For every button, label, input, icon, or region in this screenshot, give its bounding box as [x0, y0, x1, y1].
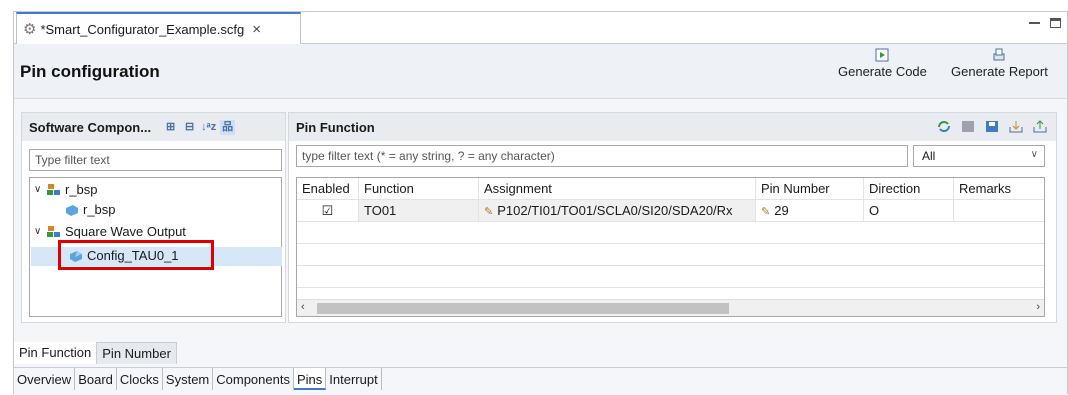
enabled-checkbox[interactable]: ☑ — [297, 200, 359, 221]
generate-report-icon — [993, 48, 1005, 61]
filter-mode-select[interactable]: All ∨ — [913, 145, 1045, 167]
generate-code-label: Generate Code — [838, 64, 927, 79]
software-components-title: Software Compon... — [29, 119, 152, 135]
save-icon[interactable] — [984, 119, 1000, 134]
pin-table-icon[interactable] — [960, 119, 976, 134]
tab-system[interactable]: System — [163, 368, 214, 390]
scroll-left-icon[interactable]: ‹ — [301, 301, 305, 313]
component-folder-icon — [47, 225, 60, 237]
column-header-direction[interactable]: Direction — [864, 178, 954, 199]
chevron-down-icon: ∨ — [1030, 149, 1038, 160]
tab-components[interactable]: Components — [213, 368, 294, 390]
assignment-value: P102/TI01/TO01/SCLA0/SI20/SDA20/Rx — [497, 203, 733, 218]
sort-az-icon[interactable]: ↓ᵃz — [201, 120, 216, 135]
pin-function-title: Pin Function — [296, 119, 375, 135]
column-header-enabled[interactable]: Enabled — [297, 178, 359, 199]
collapse-all-icon[interactable]: ⊟ — [182, 120, 197, 135]
tab-pin-function[interactable]: Pin Function — [14, 342, 97, 364]
table-row — [297, 266, 1044, 288]
table-row — [297, 244, 1044, 266]
assignment-cell[interactable]: ✎ P102/TI01/TO01/SCLA0/SI20/SDA20/Rx — [479, 200, 756, 221]
tree-item-label: r_bsp — [65, 182, 98, 197]
refresh-icon[interactable] — [936, 119, 952, 134]
export-icon[interactable] — [1032, 119, 1048, 134]
close-icon[interactable]: × — [252, 21, 261, 38]
scroll-right-icon[interactable]: › — [1036, 301, 1040, 313]
editor-frame: ⚙ *Smart_Configurator_Example.scfg × Pin… — [13, 11, 1068, 395]
column-header-assignment[interactable]: Assignment — [479, 178, 756, 199]
edit-pencil-icon: ✎ — [484, 206, 494, 218]
generate-code-button[interactable]: Generate Code — [838, 48, 927, 79]
edit-pencil-icon: ✎ — [761, 206, 771, 218]
table-header-row: Enabled Function Assignment Pin Number D… — [297, 178, 1044, 200]
pin-filter-input[interactable]: type filter text (* = any string, ? = an… — [296, 145, 908, 167]
chevron-down-icon[interactable]: ∨ — [34, 226, 46, 237]
import-icon[interactable] — [1008, 119, 1024, 134]
editor-tab-bar: ⚙ *Smart_Configurator_Example.scfg × — [14, 12, 1067, 44]
filter-mode-value: All — [922, 149, 936, 163]
highlight-annotation-box — [58, 240, 214, 270]
pin-view-tabs: Pin Function Pin Number — [14, 342, 177, 364]
tree-item-label: r_bsp — [83, 202, 116, 217]
generate-report-button[interactable]: Generate Report — [951, 48, 1048, 79]
expand-all-icon[interactable]: ⊞ — [163, 120, 178, 135]
table-row[interactable]: ☑ TO01 ✎ P102/TI01/TO01/SCLA0/SI20/SDA20/… — [297, 200, 1044, 222]
gear-icon: ⚙ — [23, 21, 37, 38]
direction-cell: O — [864, 200, 954, 221]
horizontal-scrollbar[interactable]: ‹ › — [297, 299, 1044, 316]
pin-number-value: 29 — [774, 203, 789, 218]
scrollbar-thumb[interactable] — [317, 303, 729, 314]
generate-code-icon — [875, 48, 889, 62]
tree-item-square-wave-output[interactable]: ∨ Square Wave Output — [34, 224, 186, 239]
pin-function-panel: Pin Function type filter text (* = any s… — [288, 112, 1057, 323]
tab-board[interactable]: Board — [75, 368, 117, 390]
chevron-down-icon[interactable]: ∨ — [34, 184, 46, 195]
generate-report-label: Generate Report — [951, 64, 1048, 79]
software-components-panel: Software Compon... ⊞ ⊟ ↓ᵃz 品 Type filter… — [21, 112, 286, 323]
maximize-icon[interactable] — [1050, 18, 1061, 28]
column-header-remarks[interactable]: Remarks — [954, 178, 1042, 199]
minimize-icon[interactable] — [1029, 22, 1040, 24]
component-filter-input[interactable]: Type filter text — [29, 149, 282, 171]
page-title: Pin configuration — [20, 62, 160, 81]
component-folder-icon — [47, 183, 60, 195]
function-cell: TO01 — [359, 200, 479, 221]
tree-item-label: Square Wave Output — [65, 224, 186, 239]
tab-overview[interactable]: Overview — [14, 368, 76, 390]
tree-item-r-bsp[interactable]: ∨ r_bsp — [34, 182, 98, 197]
component-view-icon[interactable]: 品 — [220, 119, 236, 135]
tab-pin-number[interactable]: Pin Number — [96, 342, 177, 364]
tab-pins[interactable]: Pins — [293, 368, 327, 390]
column-header-function[interactable]: Function — [359, 178, 479, 199]
page-header: Pin configuration Generate Code Generate… — [14, 44, 1067, 99]
column-header-pin-number[interactable]: Pin Number — [756, 178, 864, 199]
module-icon — [66, 204, 78, 216]
editor-tab-title: *Smart_Configurator_Example.scfg — [40, 21, 245, 37]
pin-function-table: Enabled Function Assignment Pin Number D… — [296, 177, 1045, 317]
tree-item-r-bsp-child[interactable]: r_bsp — [64, 202, 116, 217]
tab-clocks[interactable]: Clocks — [117, 368, 163, 390]
window-controls — [1029, 18, 1061, 28]
editor-tab[interactable]: ⚙ *Smart_Configurator_Example.scfg × — [16, 12, 301, 44]
configuration-page-tabs: Overview Board Clocks System Components … — [14, 367, 1067, 395]
software-components-header: Software Compon... ⊞ ⊟ ↓ᵃz 品 — [22, 113, 285, 141]
component-tree: ∨ r_bsp r_bsp ∨ Square Wave Output Confi… — [29, 177, 282, 317]
pin-number-cell[interactable]: ✎ 29 — [756, 200, 864, 221]
table-row — [297, 222, 1044, 244]
remarks-cell — [954, 200, 1042, 221]
pin-function-toolbar — [936, 119, 1048, 134]
tab-interrupt[interactable]: Interrupt — [326, 368, 382, 390]
